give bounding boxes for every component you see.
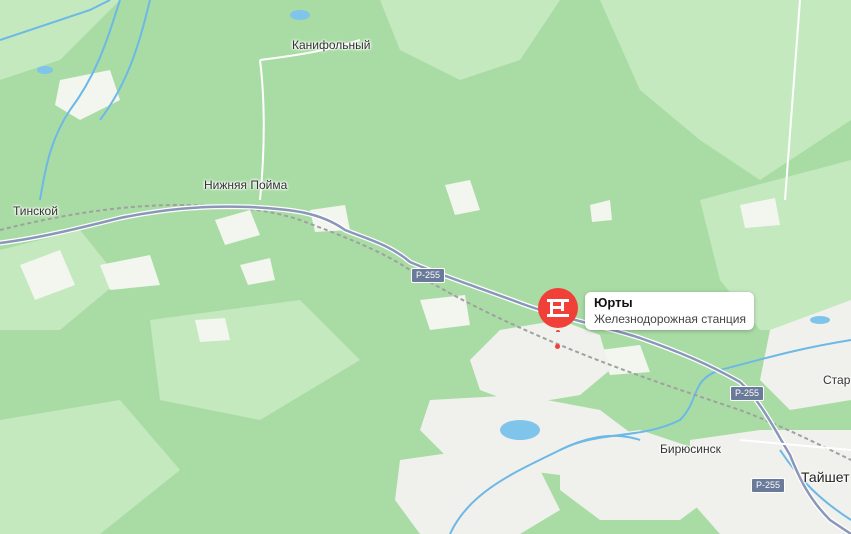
map-canvas[interactable] <box>0 0 851 534</box>
callout-subtitle: Железнодорожная станция <box>594 312 746 326</box>
place-label-stary[interactable]: Стар <box>823 373 850 387</box>
place-callout[interactable]: Юрты Железнодорожная станция <box>585 292 754 330</box>
callout-title: Юрты <box>594 295 633 310</box>
place-label-kanifolny[interactable]: Канифольный <box>292 38 371 52</box>
road-shield: Р-255 <box>411 268 446 283</box>
train-station-pin[interactable] <box>536 288 580 332</box>
place-label-tinskoy[interactable]: Тинской <box>13 204 58 218</box>
place-label-taishet[interactable]: Тайшет <box>801 469 850 485</box>
pin-point <box>555 344 560 349</box>
place-label-nizhnyaya-poyma[interactable]: Нижняя Пойма <box>204 178 287 192</box>
road-shield: Р-255 <box>730 386 765 401</box>
place-label-biryusinsk[interactable]: Бирюсинск <box>660 442 721 456</box>
road-shield: Р-255 <box>751 478 786 493</box>
